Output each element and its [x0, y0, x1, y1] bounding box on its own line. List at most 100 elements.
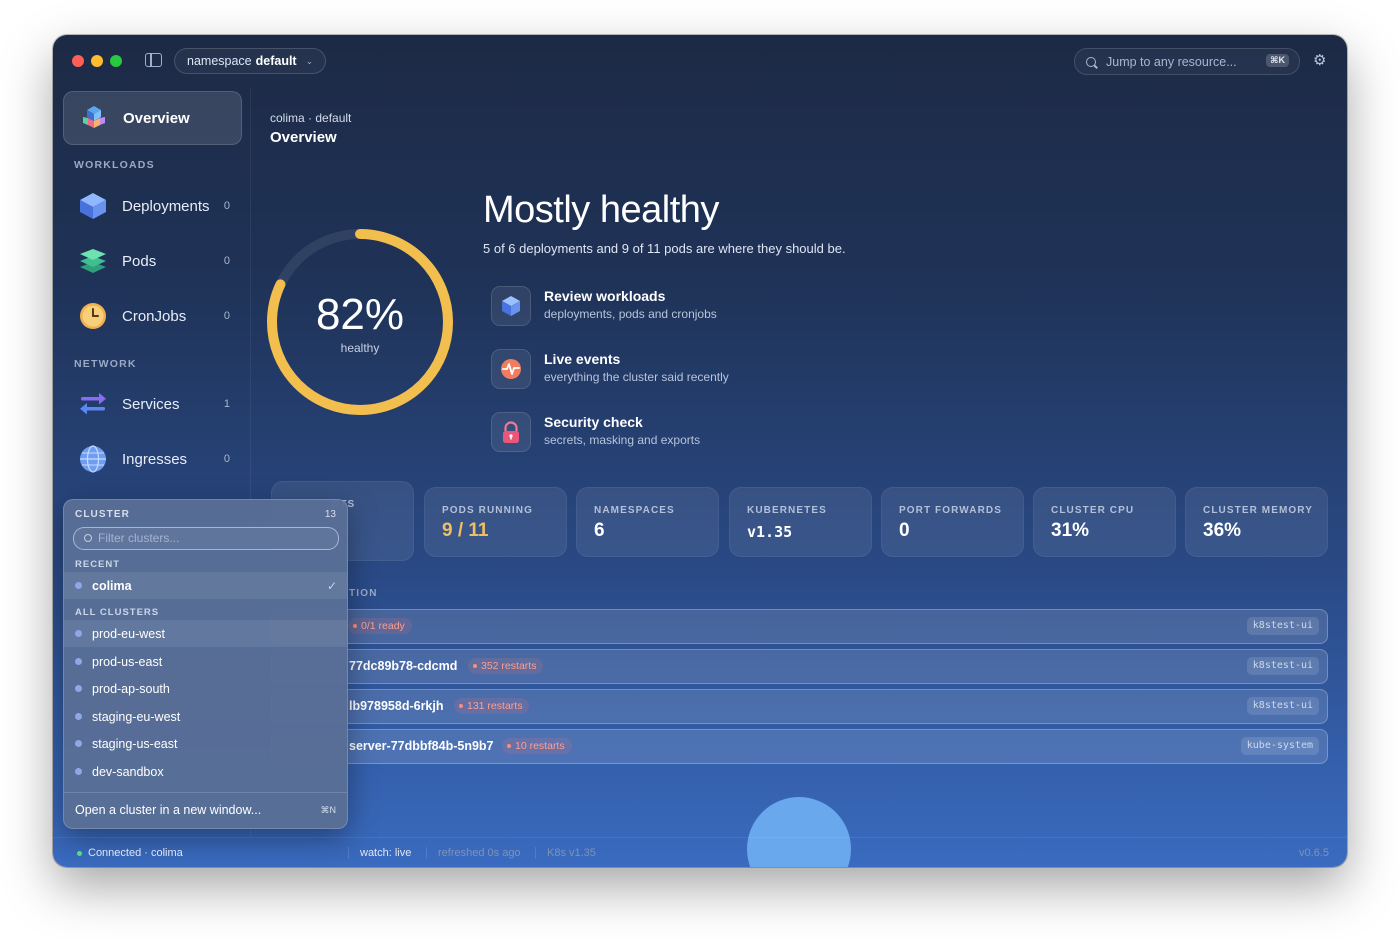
action-icon-box — [491, 412, 531, 452]
cluster-dot-icon — [75, 582, 82, 589]
action-security-check[interactable]: Security check secrets, masking and expo… — [491, 410, 891, 454]
cluster-dot-icon — [75, 658, 82, 665]
sidebar-item-pods[interactable]: Pods 0 — [63, 239, 240, 283]
cluster-dot-icon — [75, 713, 82, 720]
status-badge: 131 restarts — [454, 698, 530, 714]
cluster-name: prod-ap-south — [92, 681, 170, 696]
open-cluster-new-window[interactable]: Open a cluster in a new window... — [75, 803, 261, 817]
sidebar-item-label: Deployments — [122, 197, 210, 215]
divider — [348, 847, 349, 859]
stat-card-namespaces[interactable]: NAMESPACES 6 — [576, 487, 719, 557]
minimize-window-button[interactable] — [91, 55, 103, 67]
health-ring-label: healthy — [340, 341, 380, 355]
namespace-selector[interactable]: namespace default ⌄ — [174, 48, 327, 74]
stat-value: 9 / 11 — [442, 520, 489, 541]
sidebar-item-overview[interactable]: Overview — [63, 91, 242, 145]
stat-card-cluster-memory[interactable]: CLUSTER MEMORY 36% — [1185, 487, 1328, 557]
chevron-down-icon: ⌄ — [305, 55, 314, 66]
app-window: namespace default ⌄ Jump to any resource… — [53, 35, 1347, 867]
stat-card-cluster-cpu[interactable]: CLUSTER CPU 31% — [1033, 487, 1176, 557]
sidebar-item-count: 0 — [223, 200, 230, 212]
health-percent: 82% — [315, 290, 405, 339]
cluster-name: staging-us-east — [92, 736, 178, 751]
cluster-dot-icon — [75, 685, 82, 692]
sidebar-item-label: Overview — [123, 109, 190, 127]
status-badge: 352 restarts — [468, 658, 544, 674]
sidebar-item-label: Ingresses — [122, 450, 188, 468]
close-window-button[interactable] — [72, 55, 84, 67]
sidebar-item-cronjobs[interactable]: CronJobs 0 — [63, 294, 240, 338]
stat-label: NAMESPACES — [594, 505, 675, 516]
namespace-tag: k8stest-ui — [1246, 697, 1319, 715]
dropdown-title: CLUSTER — [75, 509, 130, 520]
stat-label: PODS RUNNING — [442, 505, 533, 516]
title-bar: namespace default ⌄ Jump to any resource… — [53, 35, 1347, 87]
search-placeholder: Jump to any resource... — [1106, 54, 1237, 69]
attention-row-name: lb978958d-6rkjh — [349, 699, 444, 713]
recent-section-label: RECENT — [75, 559, 121, 570]
search-icon — [1086, 56, 1096, 67]
sidebar-item-count: 0 — [223, 310, 230, 322]
action-icon-box — [491, 286, 531, 326]
action-desc: secrets, masking and exports — [544, 433, 701, 447]
status-badge: 0/1 ready — [348, 618, 412, 634]
breadcrumb: colima · default — [270, 111, 352, 125]
overview-icon — [83, 106, 105, 128]
divider — [426, 847, 427, 859]
namespace-tag: k8stest-ui — [1246, 657, 1319, 675]
globe-icon — [80, 445, 106, 473]
cluster-name: prod-us-east — [92, 654, 163, 669]
cluster-option[interactable]: staging-us-east — [64, 730, 347, 757]
cluster-option[interactable]: prod-eu-west — [64, 620, 347, 647]
layers-icon — [80, 249, 106, 273]
sidebar-toggle-icon[interactable] — [145, 53, 162, 67]
cluster-option[interactable]: dev-sandbox — [64, 758, 347, 785]
cluster-dot-icon — [75, 740, 82, 747]
sidebar-item-label: CronJobs — [122, 307, 187, 325]
cluster-name: staging-eu-west — [92, 709, 181, 724]
stat-label: PORT FORWARDS — [899, 505, 1003, 516]
attention-section-label: TION — [349, 588, 378, 599]
namespace-tag: k8stest-ui — [1246, 617, 1319, 635]
action-icon-box — [491, 349, 531, 389]
stat-value: v1.35 — [747, 523, 793, 541]
stat-card-pods-running[interactable]: PODS RUNNING 9 / 11 — [424, 487, 567, 557]
stat-card-port-forwards[interactable]: PORT FORWARDS 0 — [881, 487, 1024, 557]
stat-card-kubernetes[interactable]: KUBERNETES v1.35 — [729, 487, 872, 557]
cluster-dot-icon — [75, 768, 82, 775]
cluster-dot-icon — [75, 630, 82, 637]
cluster-filter-input[interactable]: Filter clusters... — [73, 527, 339, 550]
cluster-name: colima — [92, 578, 132, 593]
cluster-option[interactable]: prod-us-east — [64, 648, 347, 675]
health-title: Mostly healthy — [483, 189, 719, 231]
section-label-workloads: WORKLOADS — [74, 159, 155, 171]
attention-row[interactable]: 77dc89b78-cdcmd 352 restarts k8stest-ui — [271, 649, 1328, 684]
attention-row[interactable]: lb978958d-6rkjh 131 restarts k8stest-ui — [271, 689, 1328, 724]
sidebar-item-label: Services — [122, 395, 180, 413]
attention-row[interactable]: server-77dbbf84b-5n9b7 10 restarts kube-… — [271, 729, 1328, 764]
attention-row[interactable]: 0/1 ready k8stest-ui — [271, 609, 1328, 644]
cluster-option[interactable]: staging-eu-west — [64, 703, 347, 730]
action-review-workloads[interactable]: Review workloads deployments, pods and c… — [491, 284, 891, 328]
cluster-option-colima[interactable]: colima ✓ — [64, 572, 347, 599]
pulse-icon — [501, 359, 521, 379]
gear-icon[interactable]: ⚙ — [1313, 53, 1326, 68]
action-live-events[interactable]: Live events everything the cluster said … — [491, 347, 891, 391]
stat-label: CLUSTER CPU — [1051, 505, 1135, 516]
cube-icon — [80, 193, 106, 219]
divider — [535, 847, 536, 859]
connected-status-icon — [77, 851, 82, 856]
zoom-window-button[interactable] — [110, 55, 122, 67]
cluster-name: dev-sandbox — [92, 764, 164, 779]
lock-icon — [503, 421, 519, 443]
stat-value: 6 — [594, 520, 605, 541]
app-version: v0.6.5 — [1299, 847, 1329, 859]
cluster-option[interactable]: prod-ap-south — [64, 675, 347, 702]
sidebar-item-ingresses[interactable]: Ingresses 0 — [63, 437, 240, 481]
action-title: Review workloads — [544, 288, 666, 304]
sidebar-item-services[interactable]: Services 1 — [63, 382, 240, 426]
sidebar-item-deployments[interactable]: Deployments 0 — [63, 184, 240, 228]
divider — [64, 792, 347, 793]
stat-label: KUBERNETES — [747, 505, 827, 516]
jump-search-input[interactable]: Jump to any resource... ⌘K — [1074, 48, 1300, 75]
